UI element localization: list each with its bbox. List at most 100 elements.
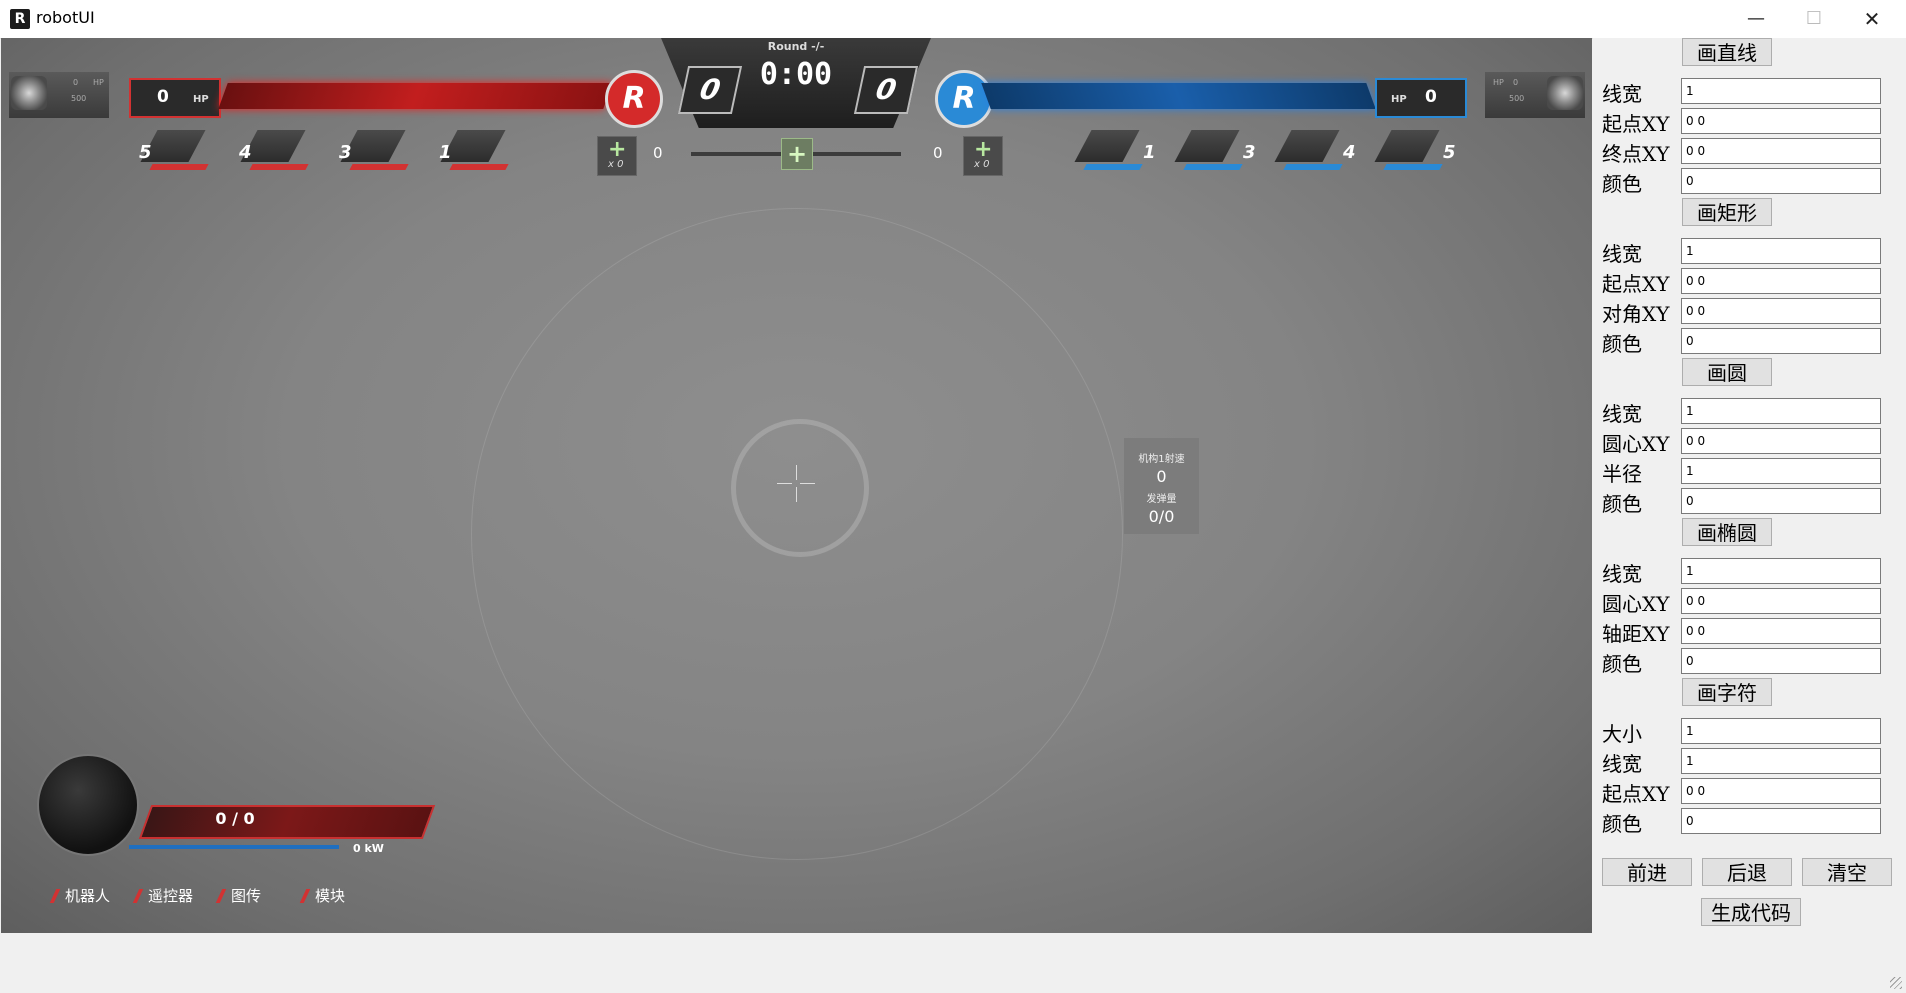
circle-center-input[interactable] [1681,428,1881,454]
slot-number: 3 [339,142,352,163]
rect-color-input[interactable] [1681,328,1881,354]
status-module: 模块 [299,885,346,906]
shooter-panel: 机构1射速 0 发弹量 0/0 [1124,438,1199,534]
red-score: 0 [677,66,743,114]
clear-button[interactable]: 清空 [1802,858,1892,886]
red-hp-value: 0 [157,87,169,107]
red-thumb-hp: 0 [73,78,79,87]
circle-color-label: 颜色 [1602,492,1642,516]
match-timer: 0:00 [759,57,833,92]
draw-ellipse-button[interactable]: 画椭圆 [1682,518,1772,546]
red-hp-bar [218,83,613,109]
resize-grip-icon[interactable] [1890,977,1902,989]
text-size-input[interactable] [1681,718,1881,744]
circle-color-input[interactable] [1681,488,1881,514]
blue-robot-slot: 4 [1273,130,1356,172]
line-width-label: 线宽 [1602,82,1642,106]
status-robot: 机器人 [49,885,111,906]
status-dot-icon [132,889,144,903]
minimize-button[interactable]: — [1728,0,1784,38]
power-line [129,845,339,849]
draw-circle-button[interactable]: 画圆 [1682,358,1772,386]
ellipse-axis-input[interactable] [1681,618,1881,644]
circle-center-label: 圆心XY [1602,432,1670,456]
draw-rect-button[interactable]: 画矩形 [1682,198,1772,226]
game-hud-view: 0 HP 500 0 HP Round -/- 0:00 0 0 R R HP … [1,38,1592,933]
ellipse-center-label: 圆心XY [1602,592,1670,616]
close-button[interactable]: ✕ [1844,0,1900,38]
round-label: Round -/- [767,40,825,53]
capacitor-dial [37,754,139,856]
red-buff-box: + x 0 [597,136,637,176]
circle-width-input[interactable] [1681,398,1881,424]
blue-team-logo: R [935,70,993,128]
red-team-logo: R [605,70,663,128]
line-width-input[interactable] [1681,78,1881,104]
rect-width-input[interactable] [1681,238,1881,264]
ammo-text: 0 / 0 [215,809,255,828]
draw-line-button[interactable]: 画直线 [1682,38,1772,66]
rect-start-input[interactable] [1681,268,1881,294]
rect-corner-input[interactable] [1681,298,1881,324]
maximize-button[interactable]: ☐ [1786,0,1842,38]
line-start-input[interactable] [1681,108,1881,134]
blue-robot-slot: 3 [1173,130,1256,172]
red-robot-slot: 1 [439,130,509,172]
slot-number: 4 [239,142,252,163]
back-button[interactable]: 后退 [1702,858,1792,886]
status-label: 遥控器 [148,887,194,905]
red-buff-value: 0 [653,144,663,162]
ellipse-width-input[interactable] [1681,558,1881,584]
red-robot-slot: 3 [339,130,409,172]
line-start-label: 起点XY [1602,112,1670,136]
shooter-speed-value: 0 [1156,467,1167,486]
blue-thumb-max: 500 [1509,94,1525,103]
line-color-input[interactable] [1681,168,1881,194]
red-robot-slot: 5 [139,130,209,172]
circle-radius-label: 半径 [1602,462,1642,486]
blue-robot-thumbnail: HP 0 500 [1485,72,1585,118]
slot-number: 1 [1143,142,1156,163]
circle-radius-input[interactable] [1681,458,1881,484]
rect-color-label: 颜色 [1602,332,1642,356]
red-thumb-hp-label: HP [93,78,104,87]
text-start-input[interactable] [1681,778,1881,804]
rect-width-label: 线宽 [1602,242,1642,266]
status-dot-icon [49,889,61,903]
forward-button[interactable]: 前进 [1602,858,1692,886]
blue-score: 0 [853,66,919,114]
shooter-ammo-label: 发弹量 [1146,494,1177,505]
status-label: 机器人 [65,887,111,905]
ellipse-color-input[interactable] [1681,648,1881,674]
blue-thumb-hp-label: HP [1493,78,1504,87]
status-label: 图传 [231,887,262,905]
title-bar: R robotUI — ☐ ✕ [0,0,1906,39]
rect-start-label: 起点XY [1602,272,1670,296]
status-bar [0,933,1906,993]
status-remote: 遥控器 [132,885,194,906]
text-width-input[interactable] [1681,748,1881,774]
window-title: robotUI [36,8,95,27]
crosshair-icon [796,487,797,502]
text-color-label: 颜色 [1602,812,1642,836]
aim-ring [731,419,869,557]
shooter-ammo-value: 0/0 [1148,507,1175,526]
generate-code-button[interactable]: 生成代码 [1701,898,1801,926]
crosshair-icon [800,483,815,484]
rect-corner-label: 对角XY [1602,302,1670,326]
slot-number: 3 [1243,142,1256,163]
text-start-label: 起点XY [1602,782,1670,806]
status-label: 模块 [315,887,346,905]
blue-hp-bar [981,83,1376,109]
draw-control-panel: 画直线 线宽 起点XY 终点XY 颜色 画矩形 线宽 起点XY 对角XY 颜色 … [1593,38,1906,933]
blue-buff-count: x 0 [974,159,990,170]
red-buff-count: x 0 [608,159,624,170]
robot-icon [1547,76,1583,110]
line-end-label: 终点XY [1602,142,1670,166]
text-color-input[interactable] [1681,808,1881,834]
draw-text-button[interactable]: 画字符 [1682,678,1772,706]
slot-number: 4 [1343,142,1356,163]
line-end-input[interactable] [1681,138,1881,164]
ellipse-color-label: 颜色 [1602,652,1642,676]
ellipse-center-input[interactable] [1681,588,1881,614]
